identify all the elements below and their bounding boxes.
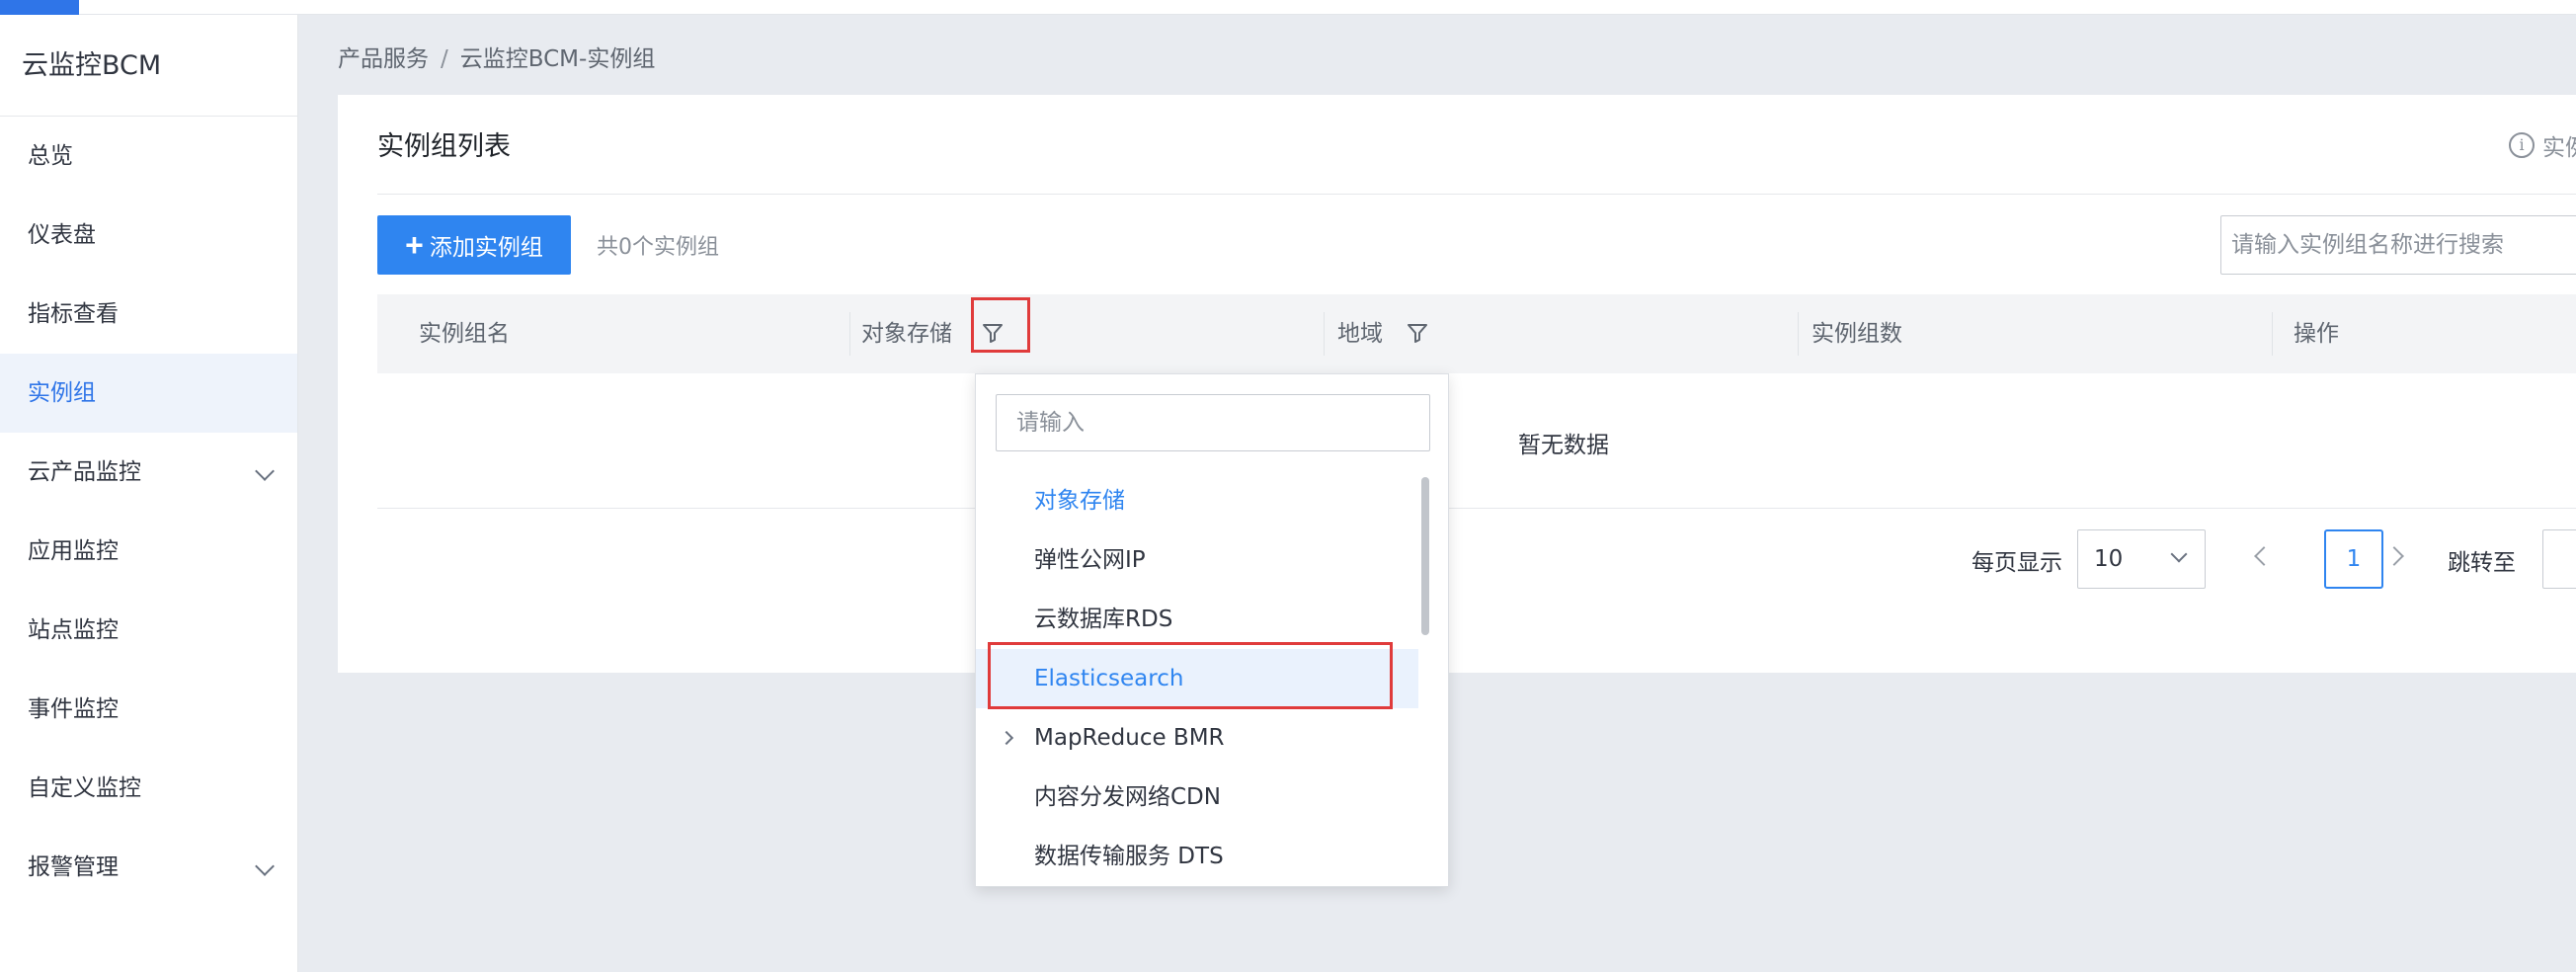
column-divider xyxy=(2272,312,2273,356)
search-input[interactable] xyxy=(2220,215,2576,275)
sidebar-item-custom-monitoring[interactable]: 自定义监控 xyxy=(0,749,297,828)
sidebar-item-label: 站点监控 xyxy=(28,617,119,643)
sidebar-item-cloud-product-monitoring[interactable]: 云产品监控 xyxy=(0,433,297,512)
instance-group-card: 实例组列表 i 实例 + 添加实例组 共0个实例组 实例组名 对象存储 地域 实… xyxy=(338,95,2576,673)
dropdown-option-label: 对象存储 xyxy=(1034,488,1125,514)
sidebar-item-label: 实例组 xyxy=(28,380,96,406)
dropdown-option-dts[interactable]: 数据传输服务 DTS xyxy=(976,827,1418,886)
product-filter-dropdown: 对象存储 弹性公网IP 云数据库RDS Elasticsearch MapRed… xyxy=(975,373,1449,887)
column-divider xyxy=(849,312,850,356)
top-bar xyxy=(0,0,2576,15)
chevron-right-icon[interactable] xyxy=(999,730,1014,746)
column-header-product: 对象存储 xyxy=(861,321,952,347)
table-divider xyxy=(377,508,2576,509)
sidebar-item-instance-group[interactable]: 实例组 xyxy=(0,354,297,433)
filter-icon[interactable] xyxy=(1407,322,1428,344)
jump-to-label: 跳转至 xyxy=(2448,550,2516,576)
dropdown-option-label: 云数据库RDS xyxy=(1034,607,1173,632)
sidebar-item-label: 指标查看 xyxy=(28,301,119,327)
dropdown-option-eip[interactable]: 弹性公网IP xyxy=(976,530,1418,590)
column-divider xyxy=(1798,312,1799,356)
sidebar-item-label: 仪表盘 xyxy=(28,222,96,248)
dropdown-option-label: MapReduce BMR xyxy=(1034,725,1225,751)
prev-page-icon[interactable] xyxy=(2254,546,2274,566)
sidebar-item-label: 事件监控 xyxy=(28,696,119,722)
sidebar-item-overview[interactable]: 总览 xyxy=(0,117,297,196)
chevron-down-icon xyxy=(255,856,275,876)
dropdown-option-label: 弹性公网IP xyxy=(1034,547,1146,573)
column-header-name: 实例组名 xyxy=(419,321,510,347)
plus-icon: + xyxy=(405,227,424,263)
dropdown-option-object-storage[interactable]: 对象存储 xyxy=(976,471,1418,530)
sidebar-item-label: 总览 xyxy=(28,143,73,169)
add-instance-group-button[interactable]: + 添加实例组 xyxy=(377,215,571,275)
sidebar-item-dashboard[interactable]: 仪表盘 xyxy=(0,196,297,275)
jump-to-page-input[interactable] xyxy=(2542,529,2576,589)
dropdown-option-mapreduce-bmr[interactable]: MapReduce BMR xyxy=(976,708,1418,768)
filter-highlight-box xyxy=(971,297,1030,353)
breadcrumb: 产品服务 / 云监控BCM-实例组 xyxy=(338,40,655,73)
chevron-down-icon xyxy=(2170,545,2188,563)
info-hint-text: 实例 xyxy=(2542,135,2576,161)
sidebar-item-metrics[interactable]: 指标查看 xyxy=(0,275,297,354)
sidebar-item-site-monitoring[interactable]: 站点监控 xyxy=(0,591,297,670)
table-header: 实例组名 对象存储 地域 实例组数 操作 xyxy=(377,294,2576,373)
column-header-instance-count: 实例组数 xyxy=(1811,321,1902,347)
breadcrumb-separator: / xyxy=(441,46,448,72)
next-page-icon[interactable] xyxy=(2384,546,2404,566)
empty-state-text: 暂无数据 xyxy=(1518,433,1609,458)
sidebar: 云监控BCM 总览 仪表盘 指标查看 实例组 云产品监控 应用监控 站点监控 事… xyxy=(0,15,298,972)
option-highlight-box xyxy=(988,642,1393,709)
dropdown-search-input[interactable] xyxy=(996,394,1430,451)
sidebar-item-label: 应用监控 xyxy=(28,538,119,564)
product-title: 云监控BCM xyxy=(0,15,297,117)
column-header-region: 地域 xyxy=(1337,321,1383,347)
sidebar-item-label: 云产品监控 xyxy=(28,459,141,485)
page-number-current[interactable]: 1 xyxy=(2324,529,2383,589)
column-header-actions: 操作 xyxy=(2294,321,2339,347)
add-button-label: 添加实例组 xyxy=(429,234,543,260)
sidebar-item-alarm-management[interactable]: 报警管理 xyxy=(0,828,297,907)
breadcrumb-parent[interactable]: 产品服务 xyxy=(338,46,429,72)
dropdown-scrollbar[interactable] xyxy=(1418,471,1432,886)
page-size-select[interactable]: 10 xyxy=(2077,529,2206,589)
dropdown-option-label: 内容分发网络CDN xyxy=(1034,784,1221,810)
sidebar-item-event-monitoring[interactable]: 事件监控 xyxy=(0,670,297,749)
divider xyxy=(377,194,2576,195)
top-bar-accent xyxy=(0,0,79,15)
column-divider xyxy=(1324,312,1325,356)
instance-group-count: 共0个实例组 xyxy=(597,235,719,260)
breadcrumb-current: 云监控BCM-实例组 xyxy=(459,46,656,72)
info-icon: i xyxy=(2509,132,2535,158)
dropdown-option-cdn[interactable]: 内容分发网络CDN xyxy=(976,768,1418,827)
page-size-label: 每页显示 xyxy=(1972,550,2062,576)
page-size-value: 10 xyxy=(2094,546,2124,572)
dropdown-option-label: 数据传输服务 DTS xyxy=(1034,844,1224,869)
scrollbar-thumb[interactable] xyxy=(1421,477,1429,635)
chevron-down-icon xyxy=(255,461,275,481)
sidebar-item-label: 自定义监控 xyxy=(28,775,141,801)
sidebar-item-label: 报警管理 xyxy=(28,854,119,880)
page-title: 实例组列表 xyxy=(377,131,511,162)
dropdown-option-rds[interactable]: 云数据库RDS xyxy=(976,590,1418,649)
sidebar-item-app-monitoring[interactable]: 应用监控 xyxy=(0,512,297,591)
info-hint[interactable]: i 实例 xyxy=(2509,128,2576,162)
